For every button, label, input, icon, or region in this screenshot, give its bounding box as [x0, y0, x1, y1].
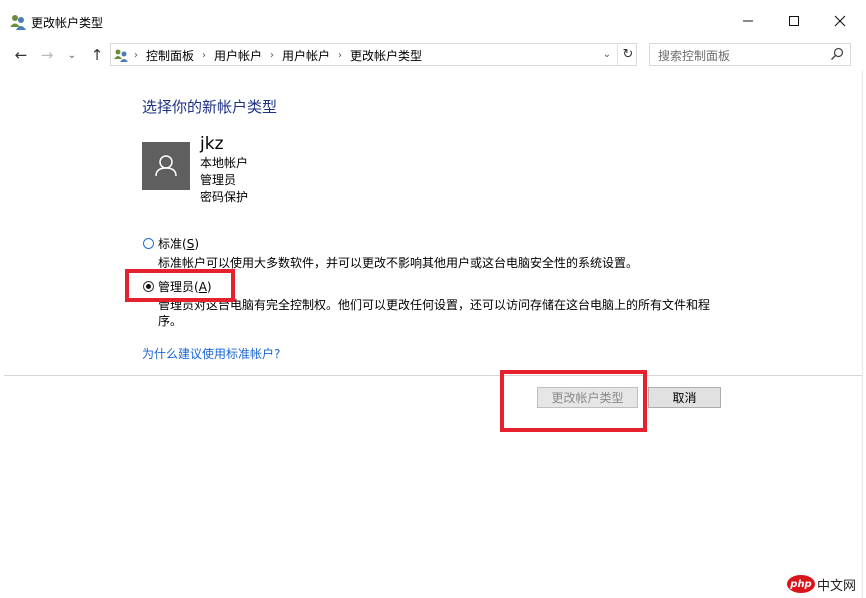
- arrow-left-icon: ←: [14, 46, 28, 64]
- highlight-box-change-button: [500, 370, 647, 432]
- password-status: 密码保护: [200, 190, 249, 204]
- up-button[interactable]: ↑: [86, 44, 108, 66]
- account-type-local: 本地帐户: [200, 156, 249, 170]
- address-dropdown-button[interactable]: ⌄: [598, 44, 616, 65]
- highlight-box-administrator: [125, 269, 235, 302]
- maximize-button[interactable]: [771, 0, 817, 42]
- search-icon[interactable]: [829, 46, 845, 62]
- minimize-icon: [743, 20, 753, 22]
- breadcrumb-control-panel[interactable]: 控制面板: [146, 47, 194, 64]
- close-icon: [834, 15, 846, 27]
- close-button[interactable]: [817, 0, 863, 42]
- minimize-button[interactable]: [725, 0, 771, 42]
- cancel-button[interactable]: 取消: [648, 387, 721, 408]
- back-button[interactable]: ←: [10, 44, 32, 66]
- standard-radio-label[interactable]: 标准(S): [158, 235, 199, 252]
- window-title: 更改帐户类型: [31, 16, 104, 30]
- breadcrumb-user-accounts-sub[interactable]: 用户帐户: [282, 47, 330, 64]
- chevron-right-icon[interactable]: ›: [270, 50, 274, 61]
- chevron-right-icon[interactable]: ›: [338, 50, 342, 61]
- control-panel-icon: [114, 49, 128, 62]
- maximize-icon: [789, 16, 799, 26]
- avatar: [142, 142, 190, 190]
- window-edge: [862, 70, 863, 598]
- php-logo: php: [787, 575, 815, 593]
- recent-locations-button[interactable]: ⌄: [61, 44, 83, 66]
- page-title: 选择你的新帐户类型: [142, 98, 278, 116]
- forward-button[interactable]: →: [36, 44, 58, 66]
- arrow-right-icon: →: [40, 46, 54, 64]
- administrator-description: 管理员对这台电脑有完全控制权。他们可以更改任何设置，还可以访问存储在这台电脑上的…: [158, 298, 711, 328]
- refresh-icon: ↻: [622, 47, 634, 62]
- watermark: php 中文网: [787, 574, 856, 594]
- breadcrumb-change-account-type[interactable]: 更改帐户类型: [350, 47, 422, 64]
- refresh-button[interactable]: ↻: [617, 44, 638, 65]
- chevron-down-icon: ⌄: [67, 49, 77, 61]
- why-standard-account-link[interactable]: 为什么建议使用标准帐户?: [142, 345, 280, 362]
- arrow-up-icon: ↑: [90, 46, 104, 64]
- chevron-right-icon: ›: [134, 50, 138, 61]
- divider: [4, 375, 862, 376]
- user-accounts-icon: [10, 15, 26, 30]
- breadcrumb-user-accounts[interactable]: 用户帐户: [214, 47, 262, 64]
- breadcrumb: › 控制面板 › 用户帐户 › 用户帐户 › 更改帐户类型: [134, 47, 422, 64]
- chevron-right-icon[interactable]: ›: [202, 50, 206, 61]
- standard-radio[interactable]: [143, 238, 154, 249]
- watermark-text: 中文网: [817, 578, 857, 594]
- account-role: 管理员: [200, 173, 237, 187]
- user-name: jkz: [200, 134, 224, 154]
- user-icon: [155, 155, 177, 177]
- chevron-down-icon: ⌄: [602, 49, 612, 60]
- search-placeholder: 搜索控制面板: [658, 49, 731, 63]
